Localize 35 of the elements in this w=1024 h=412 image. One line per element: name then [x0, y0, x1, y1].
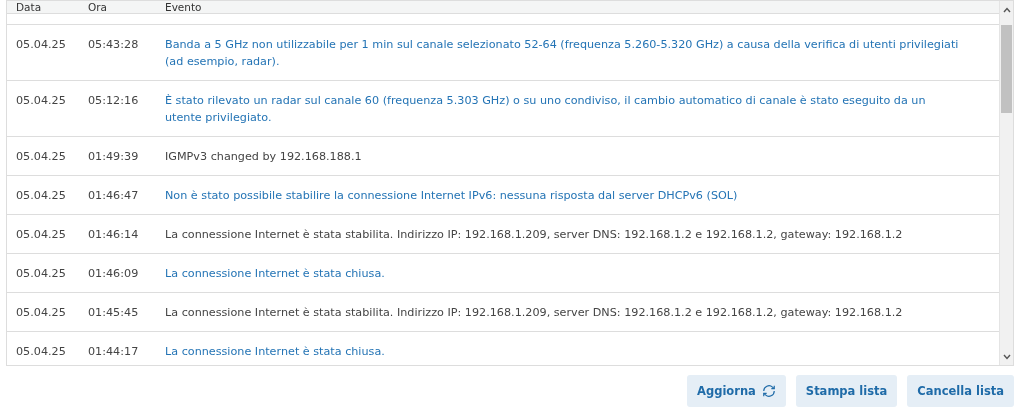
- date-cell-text: 05.04.25: [15, 344, 67, 360]
- time-cell-text: 05:12:16: [87, 93, 140, 109]
- column-header: Data: [15, 1, 43, 13]
- date-cell-text: 05.04.25: [15, 37, 67, 53]
- scroll-thumb[interactable]: [1001, 25, 1012, 113]
- time-cell-text: 01:46:14: [87, 227, 140, 243]
- time-cell-text: 01:49:39: [87, 149, 140, 165]
- action-button[interactable]: Stampa lista: [795, 375, 898, 407]
- refresh-icon: [761, 384, 776, 398]
- column-header: Ora: [87, 1, 109, 13]
- event-cell-text: IGMPv3 changed by 192.168.188.1: [164, 149, 363, 165]
- time-cell-text: 05:43:28: [87, 37, 140, 53]
- action-button[interactable]: Cancella lista: [907, 375, 1014, 407]
- refresh-button[interactable]: Aggiorna: [687, 375, 786, 407]
- time-cell-text: 01:46:09: [87, 266, 140, 282]
- date-cell-text: 05.04.25: [15, 188, 67, 204]
- event-cell-text: La connessione Internet è stata stabilita. Indirizzo IP: 192.168.1.209, server DNS: 192.168.1.2 e 192.168.1.2, gateway: 192.168.1.2: [164, 227, 904, 243]
- date-cell-text: 05.04.25: [15, 266, 67, 282]
- event-link[interactable]: La connessione Internet è stata chiusa.: [156, 343, 999, 360]
- scroll-up-icon[interactable]: [1003, 7, 1011, 13]
- time-cell-text: 01:44:17: [87, 344, 140, 360]
- event-cell-text: La connessione Internet è stata stabilita. Indirizzo IP: 192.168.1.209, server DNS: 192.168.1.2 e 192.168.1.2, gateway: 192.168.1.2: [164, 305, 904, 321]
- time-cell-text: 01:45:45: [87, 305, 140, 321]
- date-cell-text: 05.04.25: [15, 93, 67, 109]
- event-link[interactable]: Banda a 5 GHz non utilizzabile per 1 min sul canale selezionato 52-64 (frequenza 5.260-5.320 GHz) a causa della verifica di utenti privilegiati (ad esempio, radar).: [156, 36, 999, 70]
- column-header: Evento: [164, 1, 203, 13]
- date-cell-text: 05.04.25: [15, 305, 67, 321]
- event-link[interactable]: È stato rilevato un radar sul canale 60 (frequenza 5.303 GHz) o su uno condiviso, il cambio automatico di canale è stato eseguito da un utente privilegiato.: [156, 92, 999, 126]
- event-link[interactable]: Non è stato possibile stabilire la connessione Internet IPv6: nessuna risposta dal server DHCPv6 (SOL): [156, 187, 999, 204]
- date-cell-text: 05.04.25: [15, 227, 67, 243]
- event-link[interactable]: La connessione Internet è stata chiusa.: [156, 265, 999, 282]
- time-cell-text: 01:46:47: [87, 188, 140, 204]
- scrollbar[interactable]: [999, 1, 1013, 365]
- date-cell-text: 05.04.25: [15, 149, 67, 165]
- scroll-down-icon[interactable]: [1003, 354, 1011, 360]
